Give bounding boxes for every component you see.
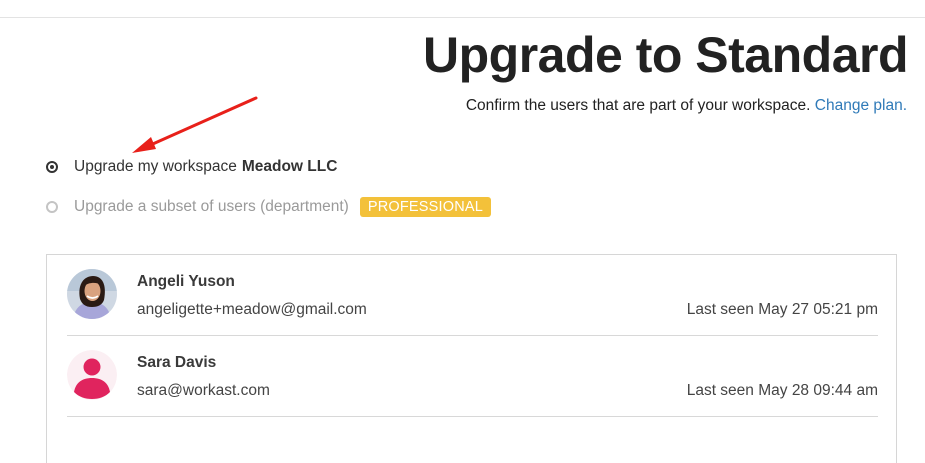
option-upgrade-workspace[interactable]: Upgrade my workspace Meadow LLC	[46, 158, 337, 176]
professional-badge: PROFESSIONAL	[359, 197, 492, 217]
user-list: Angeli Yuson angeligette+meadow@gmail.co…	[46, 254, 897, 463]
user-email: angeligette+meadow@gmail.com	[137, 301, 367, 318]
user-photo-icon	[67, 269, 117, 319]
last-seen: Last seen May 27 05:21 pm	[686, 301, 878, 318]
last-seen: Last seen May 28 09:44 am	[686, 382, 878, 399]
option-upgrade-subset[interactable]: Upgrade a subset of users (department) P…	[46, 197, 492, 217]
change-plan-link[interactable]: Change plan.	[815, 97, 907, 114]
page-subtitle: Confirm the users that are part of your …	[466, 97, 907, 115]
subtitle-text: Confirm the users that are part of your …	[465, 97, 811, 114]
user-name: Sara Davis	[137, 354, 217, 371]
user-email: sara@workast.com	[137, 382, 270, 399]
user-name: Angeli Yuson	[137, 273, 235, 290]
radio-upgrade-subset[interactable]	[46, 201, 58, 213]
radio-upgrade-workspace[interactable]	[46, 161, 58, 173]
user-row: Sara Davis sara@workast.com Last seen Ma…	[67, 336, 878, 417]
top-divider	[0, 17, 925, 18]
workspace-name: Meadow LLC	[241, 158, 338, 175]
default-user-icon	[67, 350, 117, 400]
avatar	[67, 269, 117, 319]
avatar	[67, 350, 117, 400]
option-upgrade-subset-label: Upgrade a subset of users (department)	[74, 198, 349, 215]
page-title: Upgrade to Standard	[423, 27, 908, 83]
user-row: Angeli Yuson angeligette+meadow@gmail.co…	[67, 255, 878, 336]
upgrade-page: Upgrade to Standard Confirm the users th…	[0, 0, 925, 463]
option-upgrade-workspace-label: Upgrade my workspace	[74, 158, 237, 175]
